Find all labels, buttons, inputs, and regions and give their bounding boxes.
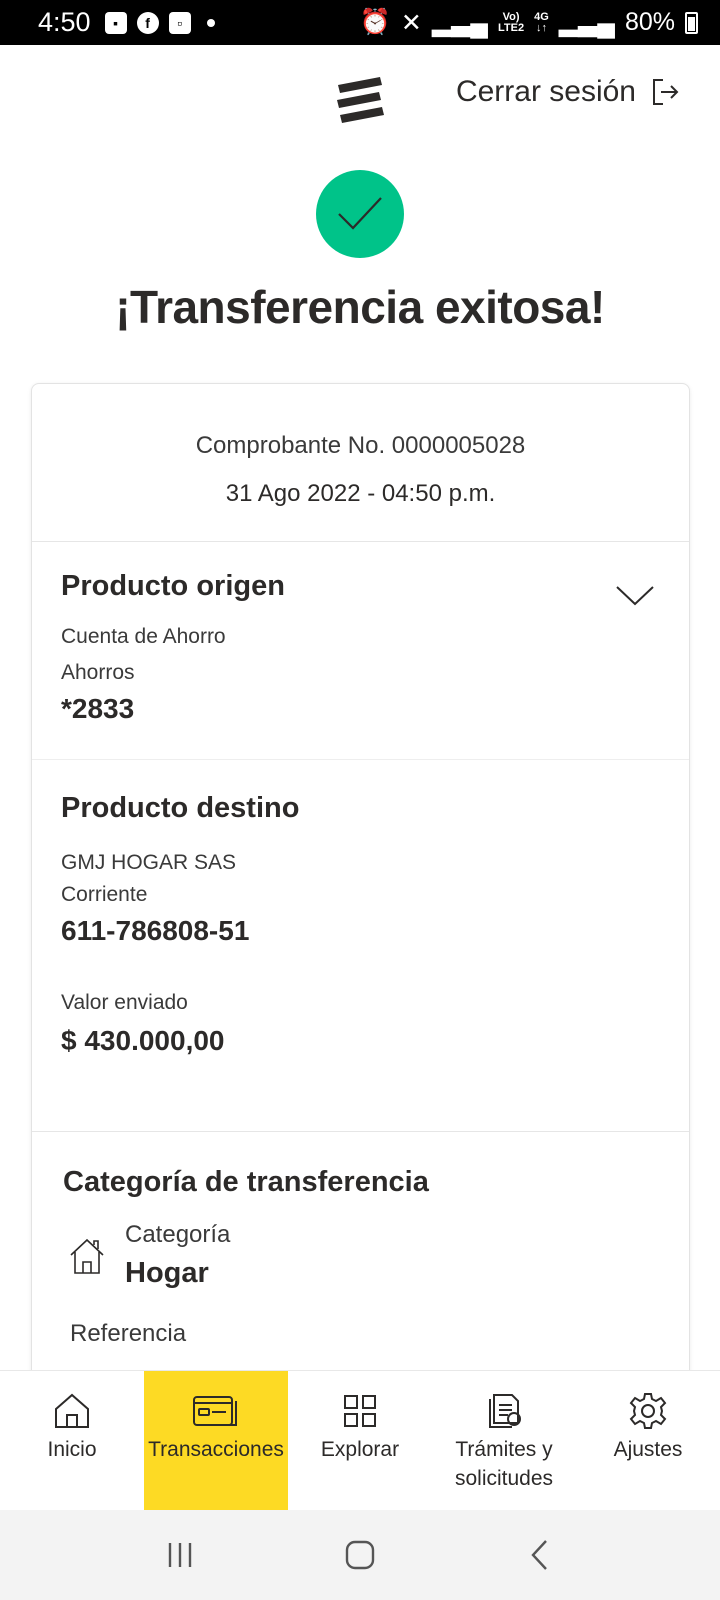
category-title: Categoría de transferencia <box>63 1166 429 1198</box>
voucher-date: 31 Ago 2022 - 04:50 p.m. <box>225 480 496 507</box>
logout-label: Cerrar sesión <box>455 75 636 108</box>
destination-account-type: Corriente <box>61 883 148 906</box>
chevron-down-icon[interactable] <box>615 584 655 608</box>
more-notifications-icon <box>206 18 215 27</box>
amount-value: $ 430.000,00 <box>61 1025 225 1056</box>
amount-label: Valor enviado <box>61 991 188 1014</box>
status-bar: 4:50 ▪ f ▫ ⏰ ✕ ▂▃▄ Vo) LTE2 4G ↓↑ ▂▃▄ 80% <box>0 0 720 45</box>
mute-icon: ✕ <box>400 8 422 37</box>
reference-label: Referencia <box>70 1320 187 1347</box>
nav-item-ajustes[interactable]: Ajustes <box>576 1371 720 1510</box>
notification-icon: ▫ <box>168 11 191 34</box>
home-icon <box>55 1393 89 1428</box>
nav-label-tramites: Trámites y solicitudes <box>454 1438 554 1490</box>
documents-icon <box>489 1394 521 1428</box>
nav-label-explorar: Explorar <box>320 1438 400 1461</box>
origin-title: Producto origen <box>61 570 285 602</box>
nav-label-ajustes: Ajustes <box>613 1438 683 1461</box>
transfer-receipt-card: Comprobante No. 0000005028 31 Ago 2022 -… <box>31 383 690 1383</box>
message-icon: ▪ <box>104 11 127 34</box>
home-button-icon[interactable] <box>342 1537 378 1573</box>
success-title: ¡Transferencia exitosa! <box>115 281 605 333</box>
origin-account-number: *2833 <box>61 693 135 724</box>
bottom-navigation: Inicio Transacciones Explorar Trámites y… <box>0 1370 720 1510</box>
voucher-number: Comprobante No. 0000005028 <box>195 432 526 459</box>
destination-product-section: Producto destino GMJ HOGAR SAS Corriente… <box>32 760 689 1132</box>
home-icon <box>70 1238 104 1274</box>
back-icon[interactable] <box>522 1537 558 1573</box>
nav-item-inicio[interactable]: Inicio <box>0 1371 144 1510</box>
category-value: Hogar <box>125 1257 209 1289</box>
signal-icon-2: ▂▃▄ <box>558 8 615 37</box>
nav-item-transacciones[interactable]: Transacciones <box>144 1371 288 1510</box>
gear-icon <box>629 1393 667 1429</box>
alarm-icon: ⏰ <box>359 8 391 36</box>
recent-apps-icon[interactable] <box>162 1537 198 1573</box>
network-4g-icon: 4G ↓↑ <box>534 10 549 34</box>
status-time: 4:50 <box>38 7 91 37</box>
nav-label-inicio: Inicio <box>47 1438 97 1461</box>
nav-label-transacciones: Transacciones <box>148 1438 284 1461</box>
grid-icon <box>344 1395 376 1427</box>
app-header: Cerrar sesión <box>0 45 720 145</box>
voucher-header: Comprobante No. 0000005028 31 Ago 2022 -… <box>32 384 689 542</box>
volte-icon: Vo) LTE2 <box>498 10 525 34</box>
origin-account-subtype: Ahorros <box>61 661 135 684</box>
success-check-icon <box>316 170 404 258</box>
origin-product-section[interactable]: Producto origen Cuenta de Ahorro Ahorros… <box>32 542 689 760</box>
logout-icon <box>653 79 679 105</box>
destination-name: GMJ HOGAR SAS <box>61 851 237 874</box>
logout-button[interactable]: Cerrar sesión <box>456 75 680 109</box>
battery-icon <box>685 11 698 34</box>
nav-item-explorar[interactable]: Explorar <box>288 1371 432 1510</box>
signal-icon: ▂▃▄ <box>431 8 489 37</box>
destination-account-number: 611-786808-51 <box>61 915 250 946</box>
battery-percent: 80% <box>624 8 675 36</box>
bank-logo <box>337 77 384 123</box>
category-section: Categoría de transferencia Categoría Hog… <box>32 1132 689 1348</box>
nav-item-tramites[interactable]: Trámites y solicitudes <box>432 1371 576 1510</box>
transactions-icon <box>193 1396 237 1426</box>
category-label: Categoría <box>125 1221 231 1248</box>
system-navigation-bar <box>0 1510 720 1600</box>
destination-title: Producto destino <box>61 792 300 824</box>
facebook-icon: f <box>136 11 159 34</box>
origin-account-type: Cuenta de Ahorro <box>61 625 226 648</box>
category-row: Categoría Hogar <box>63 1221 660 1290</box>
